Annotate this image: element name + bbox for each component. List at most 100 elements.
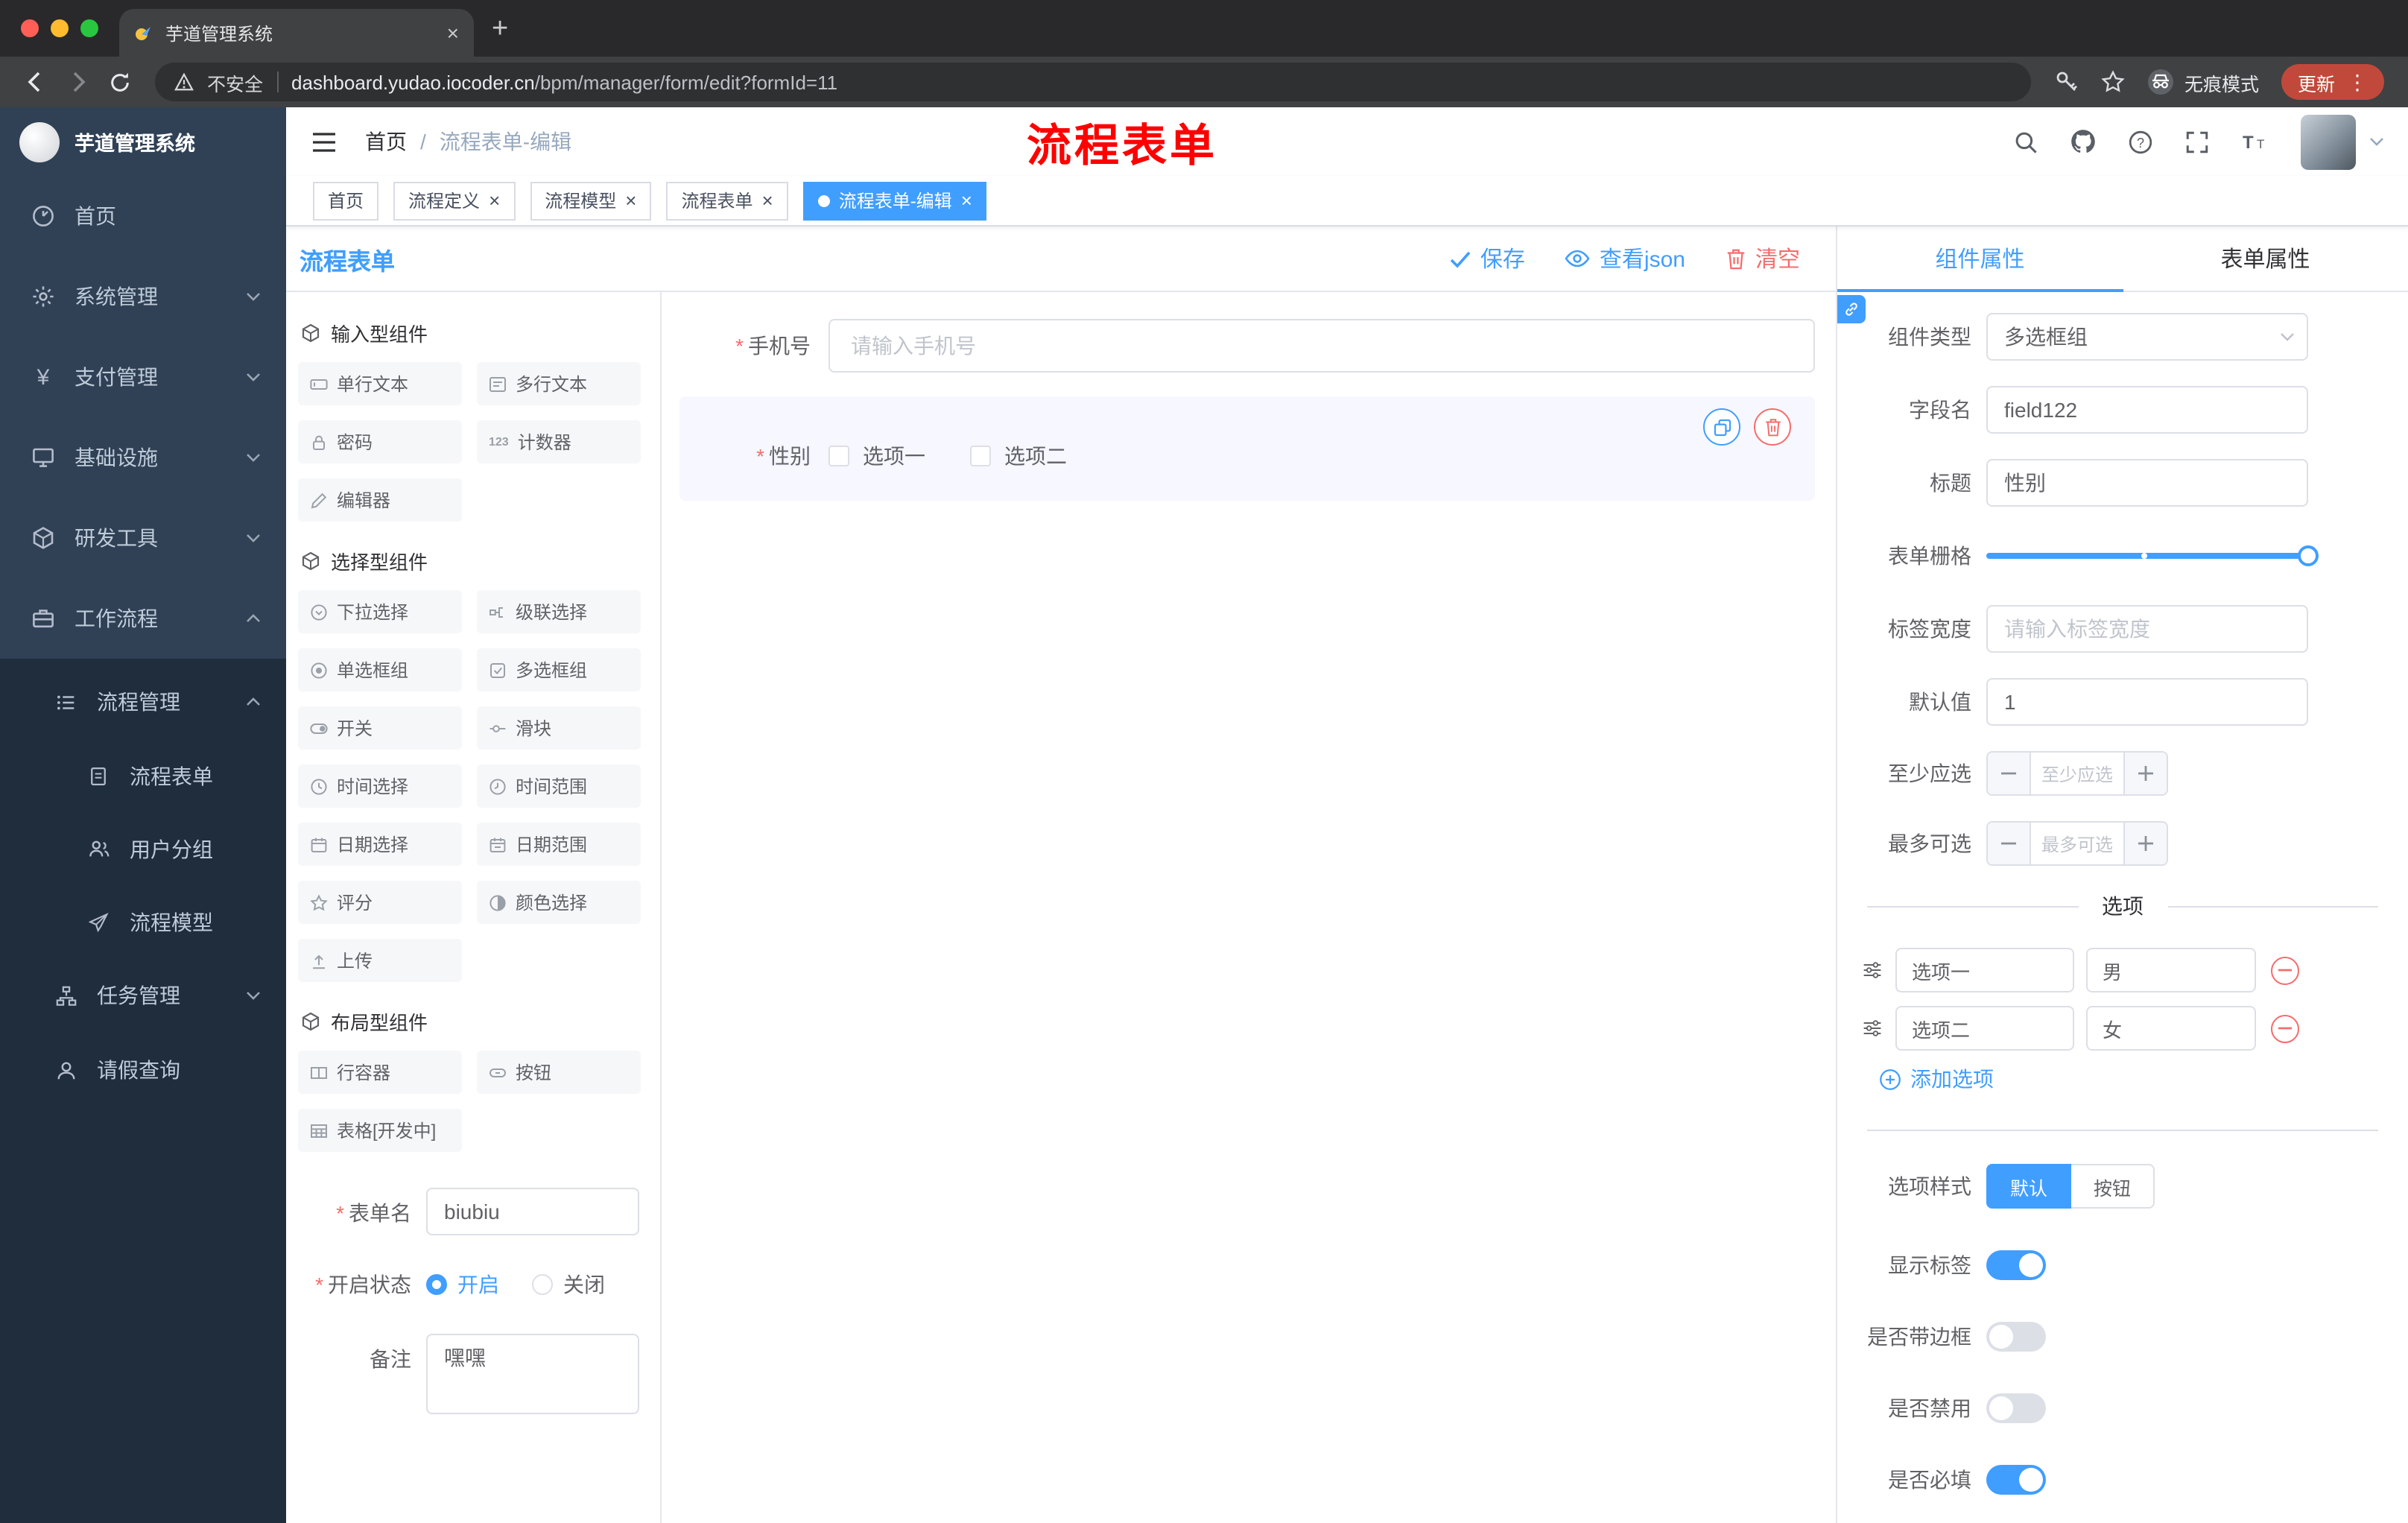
tab-component-props[interactable]: 组件属性 — [1837, 227, 2123, 292]
disabled-switch[interactable] — [1986, 1393, 2046, 1423]
style-button-button[interactable]: 按钮 — [2071, 1164, 2155, 1209]
stepper-plus-button[interactable] — [2123, 823, 2167, 864]
required-switch[interactable] — [1986, 1465, 2046, 1495]
url-text[interactable]: dashboard.yudao.iocoder.cn/bpm/manager/f… — [291, 71, 837, 93]
palette-item-time-range[interactable]: 时间范围 — [477, 764, 641, 808]
security-label[interactable]: 不安全 — [207, 68, 263, 96]
palette-item-slider[interactable]: 滑块 — [477, 706, 641, 750]
stepper-plus-button[interactable] — [2123, 753, 2167, 794]
drag-handle-icon[interactable] — [1861, 1018, 1883, 1039]
label-width-input[interactable] — [1986, 605, 2308, 653]
stepper-value[interactable]: 至少应选 — [2031, 753, 2123, 794]
traffic-light-zoom[interactable] — [80, 19, 98, 37]
browser-tab[interactable]: 芋道管理系统 × — [119, 9, 474, 57]
stepper-minus-button[interactable] — [1988, 823, 2031, 864]
palette-item-table[interactable]: 表格[开发中] — [298, 1109, 462, 1152]
bookmark-star-icon[interactable] — [2101, 70, 2125, 94]
palette-item-date-picker[interactable]: 日期选择 — [298, 823, 462, 866]
option-label-input[interactable] — [1895, 1006, 2074, 1051]
font-size-icon[interactable]: TT — [2241, 130, 2269, 153]
copy-component-button[interactable] — [1703, 408, 1740, 446]
option-label-input[interactable] — [1895, 948, 2074, 992]
stepper-value[interactable]: 最多可选 — [2031, 823, 2123, 864]
slider-handle[interactable] — [2298, 545, 2319, 566]
hamburger-icon[interactable] — [311, 130, 337, 153]
tag-close-icon[interactable]: × — [961, 191, 972, 210]
palette-item-radio-group[interactable]: 单选框组 — [298, 648, 462, 691]
palette-item-date-range[interactable]: 日期范围 — [477, 823, 641, 866]
palette-item-rate[interactable]: 评分 — [298, 881, 462, 924]
form-name-input[interactable] — [426, 1188, 639, 1235]
checkbox-box[interactable] — [828, 446, 849, 466]
avatar-caret-down-icon[interactable] — [2369, 137, 2384, 146]
incognito-badge[interactable]: 无痕模式 — [2147, 68, 2259, 96]
add-option-button[interactable]: 添加选项 — [1879, 1064, 2408, 1094]
fullscreen-icon[interactable] — [2184, 129, 2210, 154]
help-icon[interactable]: ? — [2128, 129, 2153, 154]
tab-form-props[interactable]: 表单属性 — [2123, 227, 2408, 291]
sidebar-item-home[interactable]: 首页 — [0, 176, 286, 256]
link-badge-icon[interactable] — [1837, 295, 1866, 323]
security-warning-icon[interactable] — [174, 72, 194, 92]
update-button[interactable]: 更新 ⋮ — [2281, 64, 2384, 100]
view-json-button[interactable]: 查看json — [1565, 243, 1685, 274]
sidebar-item-infrastructure[interactable]: 基础设施 — [0, 417, 286, 498]
title-input[interactable] — [1986, 459, 2308, 507]
reload-icon[interactable] — [98, 61, 140, 103]
clear-button[interactable]: 清空 — [1726, 243, 1800, 274]
palette-item-text-input[interactable]: 单行文本 — [298, 362, 462, 405]
traffic-light-minimize[interactable] — [51, 19, 69, 37]
user-avatar[interactable] — [2301, 114, 2356, 169]
default-value-input[interactable] — [1986, 678, 2308, 726]
browser-menu-dots-icon[interactable]: ⋮ — [2347, 72, 2368, 92]
option-value-input[interactable] — [2086, 1006, 2256, 1051]
palette-item-textarea[interactable]: 多行文本 — [477, 362, 641, 405]
palette-item-row-container[interactable]: 行容器 — [298, 1051, 462, 1094]
delete-component-button[interactable] — [1754, 408, 1791, 446]
palette-item-switch[interactable]: 开关 — [298, 706, 462, 750]
password-key-icon[interactable] — [2055, 70, 2079, 94]
github-icon[interactable] — [2070, 128, 2097, 155]
palette-item-checkbox-group[interactable]: 多选框组 — [477, 648, 641, 691]
grid-slider[interactable] — [1986, 532, 2319, 580]
new-tab-button[interactable]: + — [492, 14, 508, 42]
sidebar-item-user-group[interactable]: 用户分组 — [0, 812, 286, 885]
selected-component-gender[interactable]: * 性别 选项一 选项二 — [679, 396, 1815, 501]
tag-process-definition[interactable]: 流程定义 × — [393, 181, 516, 220]
show-label-switch[interactable] — [1986, 1250, 2046, 1280]
checkbox-box[interactable] — [970, 446, 991, 466]
palette-item-color-picker[interactable]: 颜色选择 — [477, 881, 641, 924]
sidebar-item-process-model[interactable]: 流程模型 — [0, 885, 286, 958]
palette-item-password[interactable]: 密码 — [298, 420, 462, 463]
status-off-radio[interactable]: 关闭 — [532, 1270, 605, 1299]
tag-home[interactable]: 首页 — [313, 181, 379, 220]
address-bar[interactable]: 不安全 dashboard.yudao.iocoder.cn/bpm/manag… — [155, 63, 2031, 101]
tag-process-form-edit[interactable]: 流程表单-编辑 × — [802, 181, 987, 220]
sidebar-item-process-form[interactable]: 流程表单 — [0, 739, 286, 812]
field-name-input[interactable] — [1986, 386, 2308, 434]
remark-textarea[interactable]: 嘿嘿 — [426, 1334, 639, 1414]
palette-item-select[interactable]: 下拉选择 — [298, 590, 462, 633]
sidebar-item-task-management[interactable]: 任务管理 — [0, 958, 286, 1033]
breadcrumb-home[interactable]: 首页 — [365, 127, 407, 156]
phone-input[interactable] — [828, 319, 1815, 373]
slider-track[interactable] — [1986, 545, 2319, 566]
component-type-select[interactable]: 多选框组 — [1986, 313, 2308, 361]
sidebar-item-system[interactable]: 系统管理 — [0, 256, 286, 337]
option-value-input[interactable] — [2086, 948, 2256, 992]
status-on-radio[interactable]: 开启 — [426, 1270, 499, 1299]
stepper-minus-button[interactable] — [1988, 753, 2031, 794]
drag-handle-icon[interactable] — [1861, 960, 1883, 981]
sidebar-item-workflow[interactable]: 工作流程 — [0, 578, 286, 659]
sidebar-item-devtools[interactable]: 研发工具 — [0, 498, 286, 578]
remove-option-button[interactable] — [2271, 956, 2299, 984]
palette-item-time-picker[interactable]: 时间选择 — [298, 764, 462, 808]
palette-item-counter[interactable]: 123 计数器 — [477, 420, 641, 463]
gender-option-2[interactable]: 选项二 — [970, 441, 1067, 471]
tab-close-icon[interactable]: × — [447, 22, 459, 43]
border-switch[interactable] — [1986, 1322, 2046, 1352]
tag-close-icon[interactable]: × — [625, 191, 636, 210]
style-default-button[interactable]: 默认 — [1986, 1164, 2072, 1209]
palette-item-cascader[interactable]: 级联选择 — [477, 590, 641, 633]
forward-icon[interactable] — [57, 61, 98, 103]
